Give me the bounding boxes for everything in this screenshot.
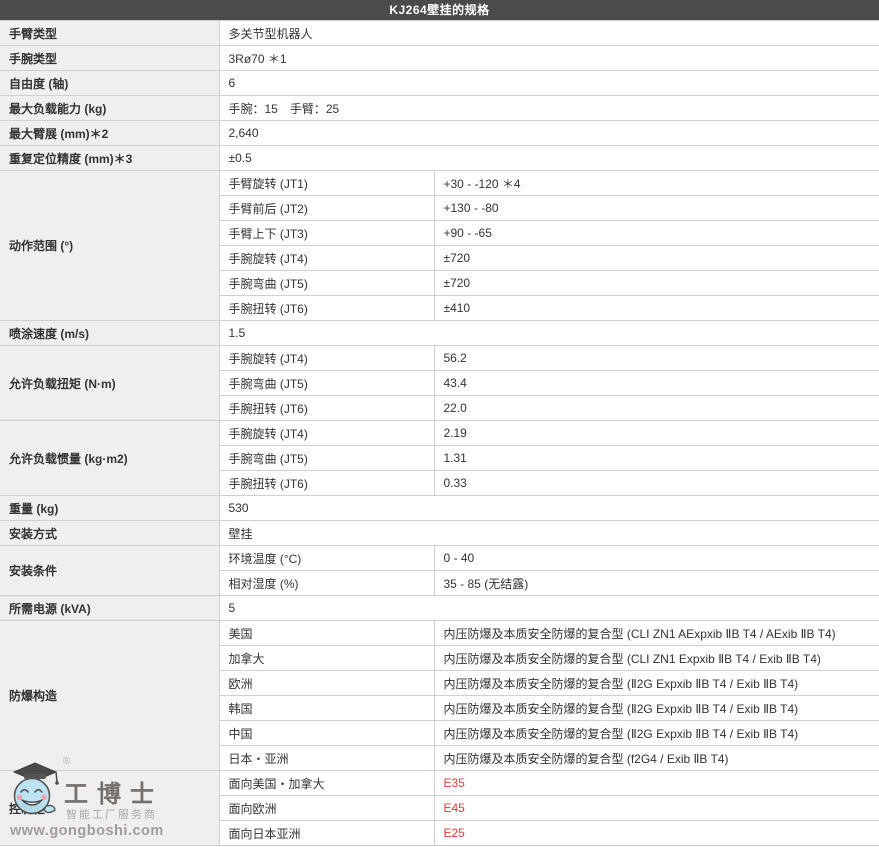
spec-sub-controller-usa-canada: 面向美国・加拿大 (218, 769, 435, 796)
spec-sub-torque-jt6: 手腕扭转 (JT6) (218, 394, 435, 421)
spec-value-power: 5 (218, 594, 879, 621)
spec-value-arm-type: 多关节型机器人 (218, 19, 879, 46)
spec-value-wrist-type: 3Rø70 ＊1 (218, 44, 879, 71)
spec-value-controller-usa-canada: E35 (433, 769, 879, 796)
spec-label-mounting: 安装方式 (0, 519, 220, 546)
spec-sub-korea: 韩国 (218, 694, 435, 721)
spec-sub-inertia-jt6: 手腕扭转 (JT6) (218, 469, 435, 496)
spec-sub-torque-jt5: 手腕弯曲 (JT5) (218, 369, 435, 396)
group-label-motion-range: 动作范围 (°) (0, 169, 220, 321)
spec-value-humidity: 35 - 85 (无结露) (433, 569, 879, 596)
spec-label-max-reach: 最大臂展 (mm)＊2 (0, 119, 220, 146)
spec-value-japan-asia: 内压防爆及本质安全防爆的复合型 (f2G4 / Exib ⅡB T4) (433, 744, 879, 771)
spec-sub-jt4: 手腕旋转 (JT4) (218, 244, 435, 271)
spec-value-controller-japan-asia: E25 (433, 819, 879, 846)
spec-value-torque-jt6: 22.0 (433, 394, 879, 421)
spec-value-jt5: ±720 (433, 269, 879, 296)
group-label-install-conditions: 安装条件 (0, 544, 220, 596)
spec-sub-china: 中国 (218, 719, 435, 746)
spec-table: KJ264壁挂的规格 手臂类型 多关节型机器人 手腕类型 3Rø70 ＊1 自由… (0, 0, 879, 846)
spec-sub-jt3: 手臂上下 (JT3) (218, 219, 435, 246)
group-label-explosion-proof: 防爆构造 (0, 619, 220, 771)
spec-value-torque-jt5: 43.4 (433, 369, 879, 396)
spec-value-europe: 内压防爆及本质安全防爆的复合型 (Ⅱ2G Expxib ⅡB T4 / Exib… (433, 669, 879, 696)
spec-value-canada: 内压防爆及本质安全防爆的复合型 (CLI ZN1 Expxib ⅡB T4 / … (433, 644, 879, 671)
spec-value-axes: 6 (218, 69, 879, 96)
spec-label-wrist-type: 手腕类型 (0, 44, 220, 71)
spec-value-inertia-jt6: 0.33 (433, 469, 879, 496)
spec-value-max-reach: 2,640 (218, 119, 879, 146)
spec-value-jt4: ±720 (433, 244, 879, 271)
spec-value-inertia-jt5: 1.31 (433, 444, 879, 471)
spec-sub-humidity: 相对湿度 (%) (218, 569, 435, 596)
group-label-load-inertia: 允许负载惯量 (kg·m2) (0, 419, 220, 496)
spec-value-china: 内压防爆及本质安全防爆的复合型 (Ⅱ2G Expxib ⅡB T4 / Exib… (433, 719, 879, 746)
spec-value-torque-jt4: 56.2 (433, 344, 879, 371)
spec-page: { "title": "KJ264壁挂的规格", "colors": { "he… (0, 0, 879, 847)
spec-value-mounting: 壁挂 (218, 519, 879, 546)
spec-value-ambient-temp: 0 - 40 (433, 544, 879, 571)
spec-value-jt2: +130 - -80 (433, 194, 879, 221)
spec-sub-ambient-temp: 环境温度 (°C) (218, 544, 435, 571)
spec-sub-europe: 欧洲 (218, 669, 435, 696)
spec-label-weight: 重量 (kg) (0, 494, 220, 521)
spec-sub-jt1: 手臂旋转 (JT1) (218, 169, 435, 196)
spec-label-max-payload: 最大负载能力 (kg) (0, 94, 220, 121)
spec-label-paint-speed: 喷涂速度 (m/s) (0, 319, 220, 346)
spec-label-arm-type: 手臂类型 (0, 19, 220, 46)
spec-value-inertia-jt4: 2.19 (433, 419, 879, 446)
spec-value-repeatability: ±0.5 (218, 144, 879, 171)
group-label-controller: 控制柜 (0, 769, 220, 846)
group-label-load-torque: 允许负载扭矩 (N·m) (0, 344, 220, 421)
spec-label-power: 所需电源 (kVA) (0, 594, 220, 621)
spec-sub-controller-japan-asia: 面向日本亚洲 (218, 819, 435, 846)
spec-value-korea: 内压防爆及本质安全防爆的复合型 (Ⅱ2G Expxib ⅡB T4 / Exib… (433, 694, 879, 721)
table-title: KJ264壁挂的规格 (0, 0, 879, 20)
spec-sub-controller-europe: 面向欧洲 (218, 794, 435, 821)
spec-sub-usa: 美国 (218, 619, 435, 646)
spec-value-weight: 530 (218, 494, 879, 521)
spec-value-controller-europe: E45 (433, 794, 879, 821)
spec-sub-inertia-jt5: 手腕弯曲 (JT5) (218, 444, 435, 471)
spec-label-axes: 自由度 (轴) (0, 69, 220, 96)
spec-sub-inertia-jt4: 手腕旋转 (JT4) (218, 419, 435, 446)
spec-value-usa: 内压防爆及本质安全防爆的复合型 (CLI ZN1 AExpxib ⅡB T4 /… (433, 619, 879, 646)
spec-sub-jt5: 手腕弯曲 (JT5) (218, 269, 435, 296)
spec-value-jt1: +30 - -120 ＊4 (433, 169, 879, 196)
spec-sub-torque-jt4: 手腕旋转 (JT4) (218, 344, 435, 371)
spec-value-max-payload: 手腕：15 手臂：25 (218, 94, 879, 121)
spec-value-jt6: ±410 (433, 294, 879, 321)
spec-label-repeatability: 重复定位精度 (mm)＊3 (0, 144, 220, 171)
spec-sub-jt6: 手腕扭转 (JT6) (218, 294, 435, 321)
spec-sub-jt2: 手臂前后 (JT2) (218, 194, 435, 221)
spec-sub-canada: 加拿大 (218, 644, 435, 671)
spec-value-jt3: +90 - -65 (433, 219, 879, 246)
spec-sub-japan-asia: 日本・亚洲 (218, 744, 435, 771)
spec-value-paint-speed: 1.5 (218, 319, 879, 346)
